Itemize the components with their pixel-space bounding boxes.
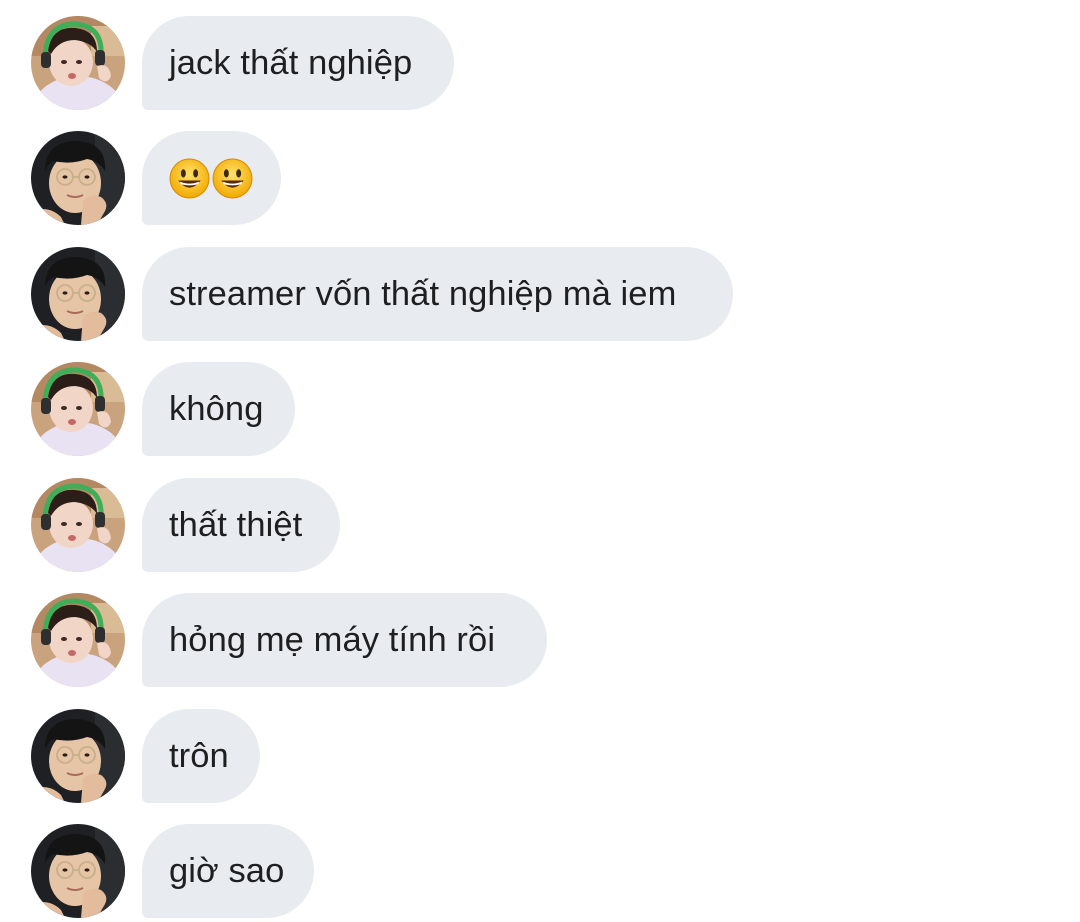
message-text: trôn (169, 736, 229, 775)
avatar[interactable] (31, 593, 125, 687)
avatar[interactable] (31, 709, 125, 803)
avatar-headset-green-icon (31, 16, 125, 110)
avatar-headset-green-icon (31, 593, 125, 687)
avatar[interactable] (31, 478, 125, 572)
message-text: giờ sao (169, 851, 285, 890)
avatar-dark-glasses-icon (31, 131, 125, 225)
message-row: trôn (0, 708, 1080, 804)
message-text: jack thất nghiệp (169, 43, 413, 82)
avatar[interactable] (31, 824, 125, 918)
message-row: jack thất nghiệp (0, 15, 1080, 111)
message-bubble[interactable]: streamer vốn thất nghiệp mà iem (142, 247, 733, 341)
grinning-face-emoji-icon (169, 158, 210, 199)
message-text: hỏng mẹ máy tính rồi (169, 620, 496, 659)
message-bubble[interactable]: thất thiệt (142, 478, 340, 572)
message-bubble[interactable]: jack thất nghiệp (142, 16, 454, 110)
message-bubble[interactable]: không (142, 362, 295, 456)
grinning-face-emoji-icon (212, 158, 253, 199)
message-bubble[interactable]: giờ sao (142, 824, 314, 918)
avatar[interactable] (31, 16, 125, 110)
message-bubble[interactable] (142, 131, 281, 225)
message-row: streamer vốn thất nghiệp mà iem (0, 246, 1080, 342)
emoji-group (169, 158, 253, 199)
avatar-dark-glasses-icon (31, 247, 125, 341)
avatar[interactable] (31, 362, 125, 456)
message-row: thất thiệt (0, 477, 1080, 573)
message-row (0, 130, 1080, 226)
message-bubble[interactable]: trôn (142, 709, 260, 803)
message-row: không (0, 361, 1080, 457)
avatar-dark-glasses-icon (31, 824, 125, 918)
avatar[interactable] (31, 247, 125, 341)
chat-thread: jack thất nghiệp streamer vốn thất nghiệ… (0, 0, 1080, 922)
message-row: giờ sao (0, 823, 1080, 919)
avatar-headset-green-icon (31, 478, 125, 572)
message-text: thất thiệt (169, 505, 303, 544)
avatar[interactable] (31, 131, 125, 225)
message-bubble[interactable]: hỏng mẹ máy tính rồi (142, 593, 547, 687)
message-text: streamer vốn thất nghiệp mà iem (169, 274, 677, 313)
avatar-headset-green-icon (31, 362, 125, 456)
message-row: hỏng mẹ máy tính rồi (0, 592, 1080, 688)
avatar-dark-glasses-icon (31, 709, 125, 803)
message-text: không (169, 389, 264, 428)
